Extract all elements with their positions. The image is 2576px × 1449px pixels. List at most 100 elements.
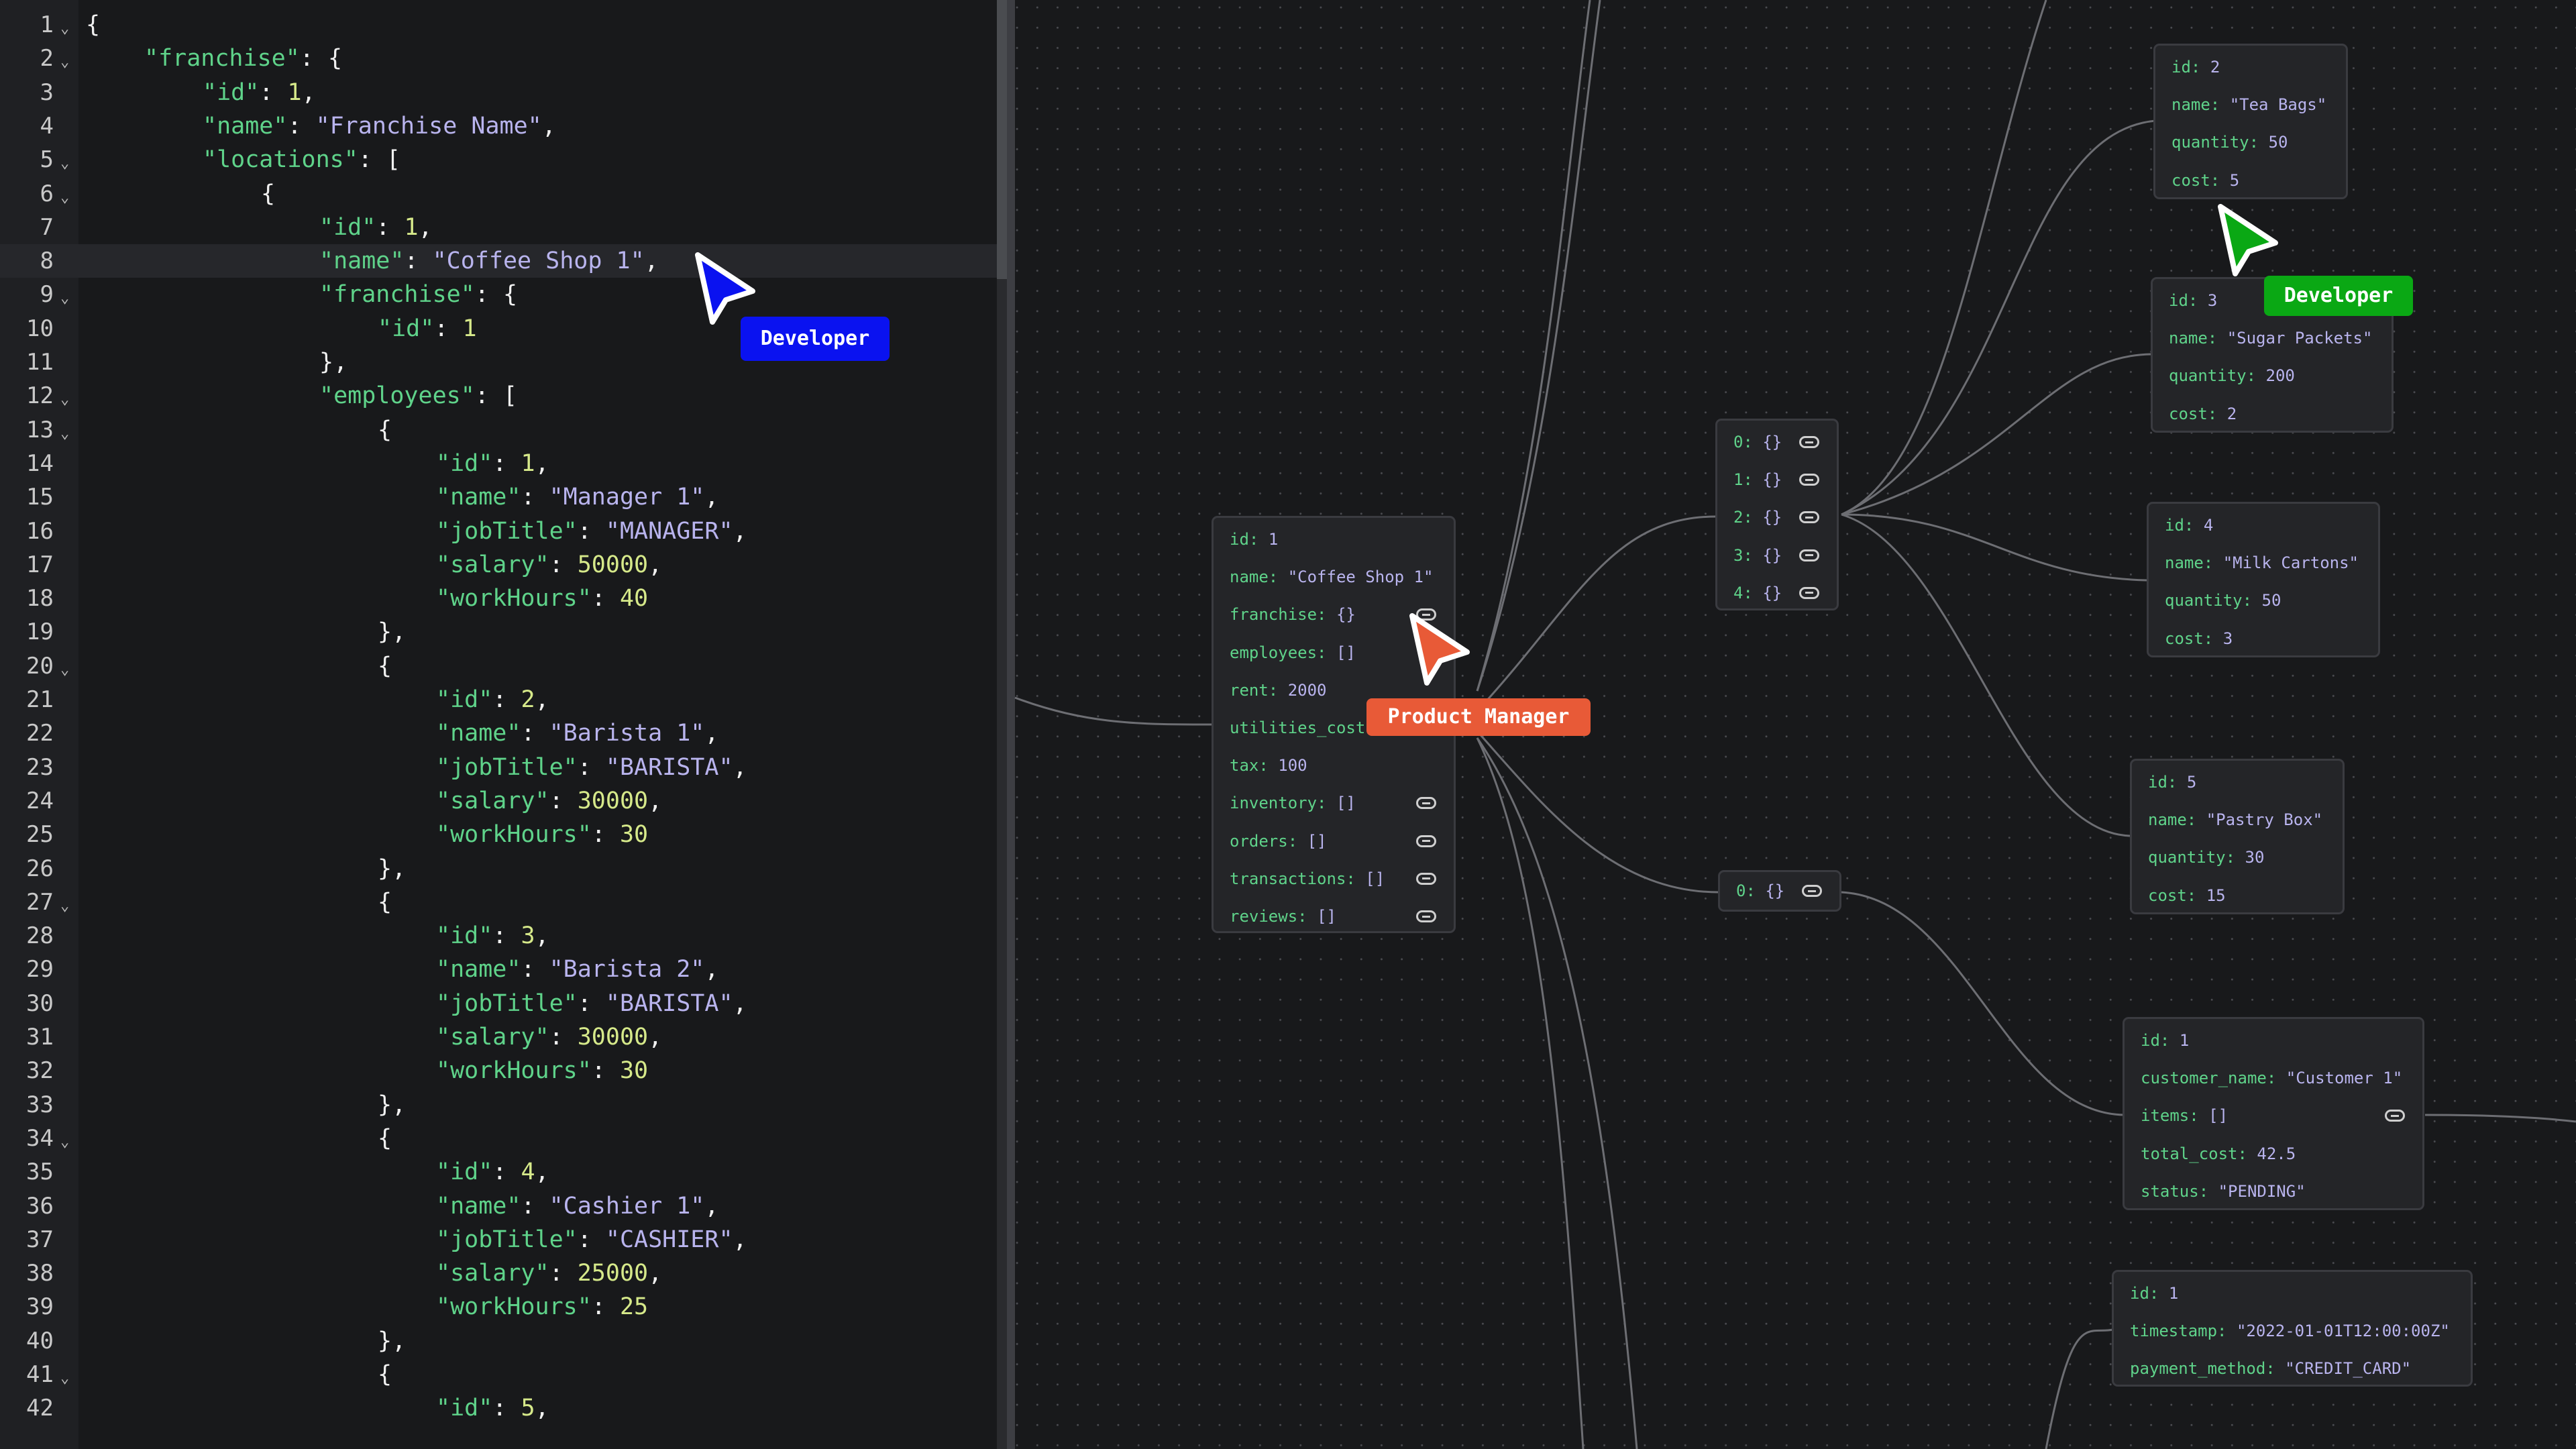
link-icon[interactable] bbox=[1416, 797, 1436, 810]
pane-resize-divider[interactable] bbox=[1007, 0, 1015, 1449]
link-icon[interactable] bbox=[1799, 436, 1819, 448]
editor-scrollbar[interactable] bbox=[997, 0, 1007, 1449]
code-text[interactable]: "workHours": 40 bbox=[436, 582, 648, 615]
code-line[interactable]: 21 "id": 2, bbox=[0, 683, 997, 716]
code-text[interactable]: { bbox=[378, 1122, 392, 1155]
link-icon[interactable] bbox=[1416, 910, 1436, 922]
code-line[interactable]: 42 "id": 5, bbox=[0, 1391, 997, 1425]
graph-node-inventory-item[interactable]: id: 2 name: "Tea Bags" quantity: 50 cost: 5 bbox=[2153, 44, 2348, 199]
code-text[interactable]: "name": "Franchise Name", bbox=[203, 109, 556, 143]
code-text[interactable]: }, bbox=[378, 852, 406, 885]
code-text[interactable]: "name": "Manager 1", bbox=[436, 480, 718, 514]
code-text[interactable]: { bbox=[378, 413, 392, 447]
code-text[interactable]: "id": 1, bbox=[319, 211, 433, 244]
code-line[interactable]: 29 "name": "Barista 2", bbox=[0, 953, 997, 986]
code-line[interactable]: 7 "id": 1, bbox=[0, 211, 997, 244]
graph-node-inventory-item[interactable]: id: 5 name: "Pastry Box" quantity: 30 cost:… bbox=[2130, 759, 2345, 914]
link-icon[interactable] bbox=[1799, 586, 1819, 599]
fold-chevron-icon[interactable]: ⌄ bbox=[60, 282, 69, 315]
code-line[interactable]: 26}, bbox=[0, 852, 997, 885]
code-text[interactable]: "id": 1 bbox=[378, 312, 477, 345]
code-line[interactable]: 3 "id": 1, bbox=[0, 76, 997, 109]
graph-node-inventory-item[interactable]: id: 4 name: "Milk Cartons" quantity: 50 cos… bbox=[2147, 502, 2380, 657]
code-text[interactable]: "id": 3, bbox=[436, 919, 549, 953]
code-line[interactable]: 24 "salary": 30000, bbox=[0, 784, 997, 818]
code-line[interactable]: 18 "workHours": 40 bbox=[0, 582, 997, 615]
json-editor[interactable]: 1 ⌄{2 ⌄ "franchise": {3 "id": 1, 4 "name": "Fr… bbox=[0, 0, 997, 1449]
code-line[interactable]: 12 ⌄ "employees": [ bbox=[0, 379, 997, 413]
code-text[interactable]: "jobTitle": "MANAGER", bbox=[436, 515, 747, 548]
fold-chevron-icon[interactable]: ⌄ bbox=[60, 890, 69, 923]
code-line[interactable]: 28 "id": 3, bbox=[0, 919, 997, 953]
code-text[interactable]: { bbox=[378, 1358, 392, 1391]
fold-chevron-icon[interactable]: ⌄ bbox=[60, 1362, 69, 1395]
code-text[interactable]: "id": 5, bbox=[436, 1391, 549, 1425]
code-text[interactable]: }, bbox=[378, 1088, 406, 1122]
code-text[interactable]: "workHours": 25 bbox=[436, 1290, 648, 1324]
code-text[interactable]: "salary": 25000, bbox=[436, 1256, 662, 1290]
code-line[interactable]: 25 "workHours": 30 bbox=[0, 818, 997, 851]
code-line[interactable]: 36 "name": "Cashier 1", bbox=[0, 1189, 997, 1223]
code-text[interactable]: "id": 4, bbox=[436, 1155, 549, 1189]
link-icon[interactable] bbox=[1799, 549, 1819, 561]
code-text[interactable]: "salary": 30000, bbox=[436, 784, 662, 818]
code-line[interactable]: 17 "salary": 50000, bbox=[0, 548, 997, 582]
code-line[interactable]: 22 "name": "Barista 1", bbox=[0, 716, 997, 750]
code-line[interactable]: 32 "workHours": 30 bbox=[0, 1054, 997, 1087]
code-text[interactable]: "name": "Coffee Shop 1", bbox=[319, 244, 659, 278]
code-text[interactable]: }, bbox=[319, 345, 347, 379]
fold-chevron-icon[interactable]: ⌄ bbox=[60, 12, 69, 46]
code-line[interactable]: 23 "jobTitle": "BARISTA", bbox=[0, 751, 997, 784]
graph-node-transaction[interactable]: id: 1 timestamp: "2022-01-01T12:00:00Z" pa… bbox=[2112, 1270, 2473, 1387]
code-line[interactable]: 34 ⌄{ bbox=[0, 1122, 997, 1155]
link-icon[interactable] bbox=[1416, 872, 1436, 885]
code-line[interactable]: 15 "name": "Manager 1", bbox=[0, 480, 997, 514]
code-line[interactable]: 39 "workHours": 25 bbox=[0, 1290, 997, 1324]
code-text[interactable]: "franchise": { bbox=[144, 42, 342, 75]
code-text[interactable]: "id": 1, bbox=[203, 76, 316, 109]
code-text[interactable]: { bbox=[378, 885, 392, 919]
fold-chevron-icon[interactable]: ⌄ bbox=[60, 1126, 69, 1159]
fold-chevron-icon[interactable]: ⌄ bbox=[60, 46, 69, 79]
fold-chevron-icon[interactable]: ⌄ bbox=[60, 383, 69, 417]
code-line[interactable]: 40}, bbox=[0, 1324, 997, 1358]
graph-node-inventory-array[interactable]: 0: {} 1: {} 2: {} 3: {} 4: {} bbox=[1715, 419, 1839, 610]
graph-node-order[interactable]: id: 1 customer_name: "Customer 1" items: [… bbox=[2123, 1017, 2424, 1210]
code-line[interactable]: 27 ⌄{ bbox=[0, 885, 997, 919]
code-line[interactable]: 6 ⌄{ bbox=[0, 177, 997, 211]
fold-chevron-icon[interactable]: ⌄ bbox=[60, 417, 69, 451]
link-icon[interactable] bbox=[1802, 885, 1822, 897]
code-text[interactable]: { bbox=[261, 177, 275, 211]
code-text[interactable]: "name": "Cashier 1", bbox=[436, 1189, 718, 1223]
code-text[interactable]: "franchise": { bbox=[319, 278, 517, 311]
code-text[interactable]: "name": "Barista 2", bbox=[436, 953, 718, 986]
code-line[interactable]: 16 "jobTitle": "MANAGER", bbox=[0, 515, 997, 548]
code-text[interactable]: "id": 2, bbox=[436, 683, 549, 716]
fold-chevron-icon[interactable]: ⌄ bbox=[60, 653, 69, 687]
code-line[interactable]: 9 ⌄ "franchise": { bbox=[0, 278, 997, 311]
code-line[interactable]: 4 "name": "Franchise Name", bbox=[0, 109, 997, 143]
code-line[interactable]: 31 "salary": 30000, bbox=[0, 1020, 997, 1054]
code-line[interactable]: 38 "salary": 25000, bbox=[0, 1256, 997, 1290]
code-line[interactable]: 5 ⌄ "locations": [ bbox=[0, 143, 997, 176]
link-icon[interactable] bbox=[1416, 835, 1436, 847]
code-line[interactable]: 13 ⌄{ bbox=[0, 413, 997, 447]
code-line[interactable]: 19}, bbox=[0, 615, 997, 649]
code-text[interactable]: "employees": [ bbox=[319, 379, 517, 413]
link-icon[interactable] bbox=[1799, 511, 1819, 524]
code-text[interactable]: "jobTitle": "BARISTA", bbox=[436, 751, 747, 784]
code-text[interactable]: }, bbox=[378, 1324, 406, 1358]
code-text[interactable]: "workHours": 30 bbox=[436, 818, 648, 851]
code-text[interactable]: "salary": 50000, bbox=[436, 548, 662, 582]
code-text[interactable]: "salary": 30000, bbox=[436, 1020, 662, 1054]
code-text[interactable]: { bbox=[378, 649, 392, 683]
link-icon[interactable] bbox=[1799, 474, 1819, 486]
code-line[interactable]: 33}, bbox=[0, 1088, 997, 1122]
code-text[interactable]: "jobTitle": "CASHIER", bbox=[436, 1223, 747, 1256]
code-text[interactable]: }, bbox=[378, 615, 406, 649]
code-line[interactable]: 1 ⌄{ bbox=[0, 8, 997, 42]
link-icon[interactable] bbox=[2385, 1110, 2405, 1122]
graph-node-orders-array[interactable]: 0: {} bbox=[1718, 870, 1841, 912]
code-line[interactable]: 41 ⌄{ bbox=[0, 1358, 997, 1391]
code-text[interactable]: "workHours": 30 bbox=[436, 1054, 648, 1087]
